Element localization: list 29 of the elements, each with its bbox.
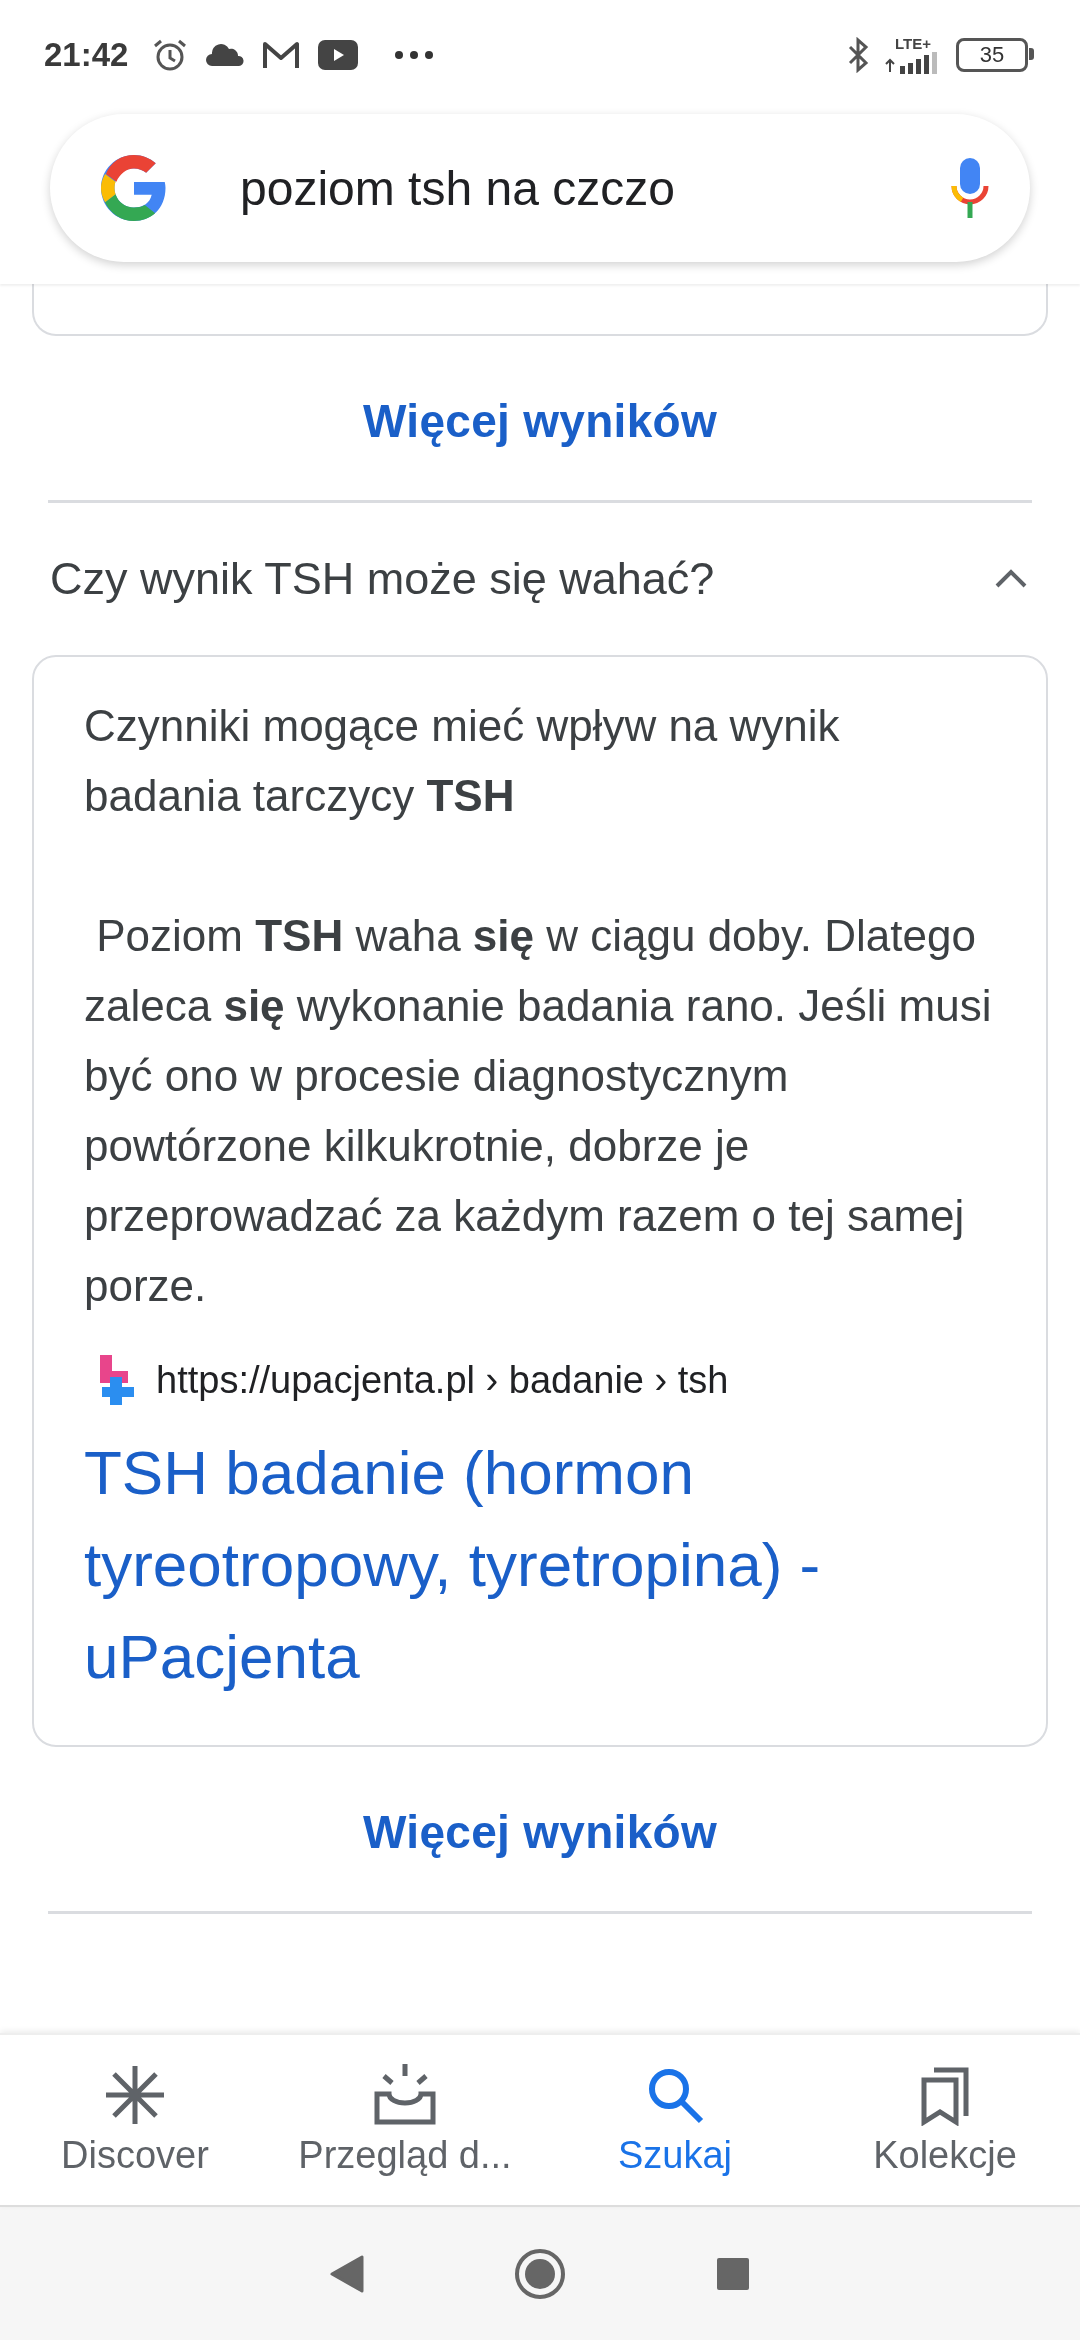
search-field[interactable]: poziom tsh na czczo: [50, 114, 1030, 262]
more-icon: [394, 50, 435, 60]
more-results-link[interactable]: Więcej wyników: [363, 1805, 717, 1859]
nav-tab[interactable]: Discover: [0, 2035, 270, 2205]
nav-tab[interactable]: Szukaj: [540, 2035, 810, 2205]
recents-icon[interactable]: [716, 2256, 750, 2291]
battery-level: 35: [979, 44, 1005, 66]
asterisk-icon: [104, 2063, 166, 2126]
cloud-icon: [206, 43, 245, 67]
tray-sparkle-icon: [374, 2063, 436, 2126]
network-label: LTE+: [895, 36, 931, 52]
source-url: https://upacjenta.pl › badanie › tsh: [156, 1358, 729, 1402]
play-icon: [318, 40, 359, 70]
status-time: 21:42: [44, 36, 129, 74]
answer-paragraph: Czynniki mogące mieć wpływ na wynik badania tarczycy TSH: [84, 700, 841, 822]
bluetooth-icon: [846, 37, 870, 73]
microphone-icon[interactable]: [950, 156, 990, 220]
question-text: Czy wynik TSH może się wahać?: [50, 553, 716, 605]
mail-icon: [262, 40, 301, 70]
question-row[interactable]: Czy wynik TSH może się wahać?: [50, 503, 1030, 655]
home-icon[interactable]: [514, 2247, 566, 2300]
answer-paragraph: Poziom TSH waha się w ciągu doby. Dlatego zaleca się wykonanie badania rano. Jeśli musi być ono w procesie diagnostycznym powtórzone kilkukrotnie, dobrze je przeprowadzać za każdym razem o tej samej porze.: [84, 910, 993, 1312]
alarm-icon: [152, 37, 189, 73]
search-query: poziom tsh na czczo: [240, 160, 676, 216]
more-results-link[interactable]: Więcej wyników: [363, 394, 717, 448]
back-icon[interactable]: [330, 2254, 364, 2293]
result-title-link[interactable]: TSH badanie (hormon tyreotropowy, tyretropina) - uPacjenta: [84, 1427, 1006, 1703]
nav-tab[interactable]: Przegląd d...: [270, 2035, 540, 2205]
nav-tab[interactable]: Kolekcje: [810, 2035, 1080, 2205]
